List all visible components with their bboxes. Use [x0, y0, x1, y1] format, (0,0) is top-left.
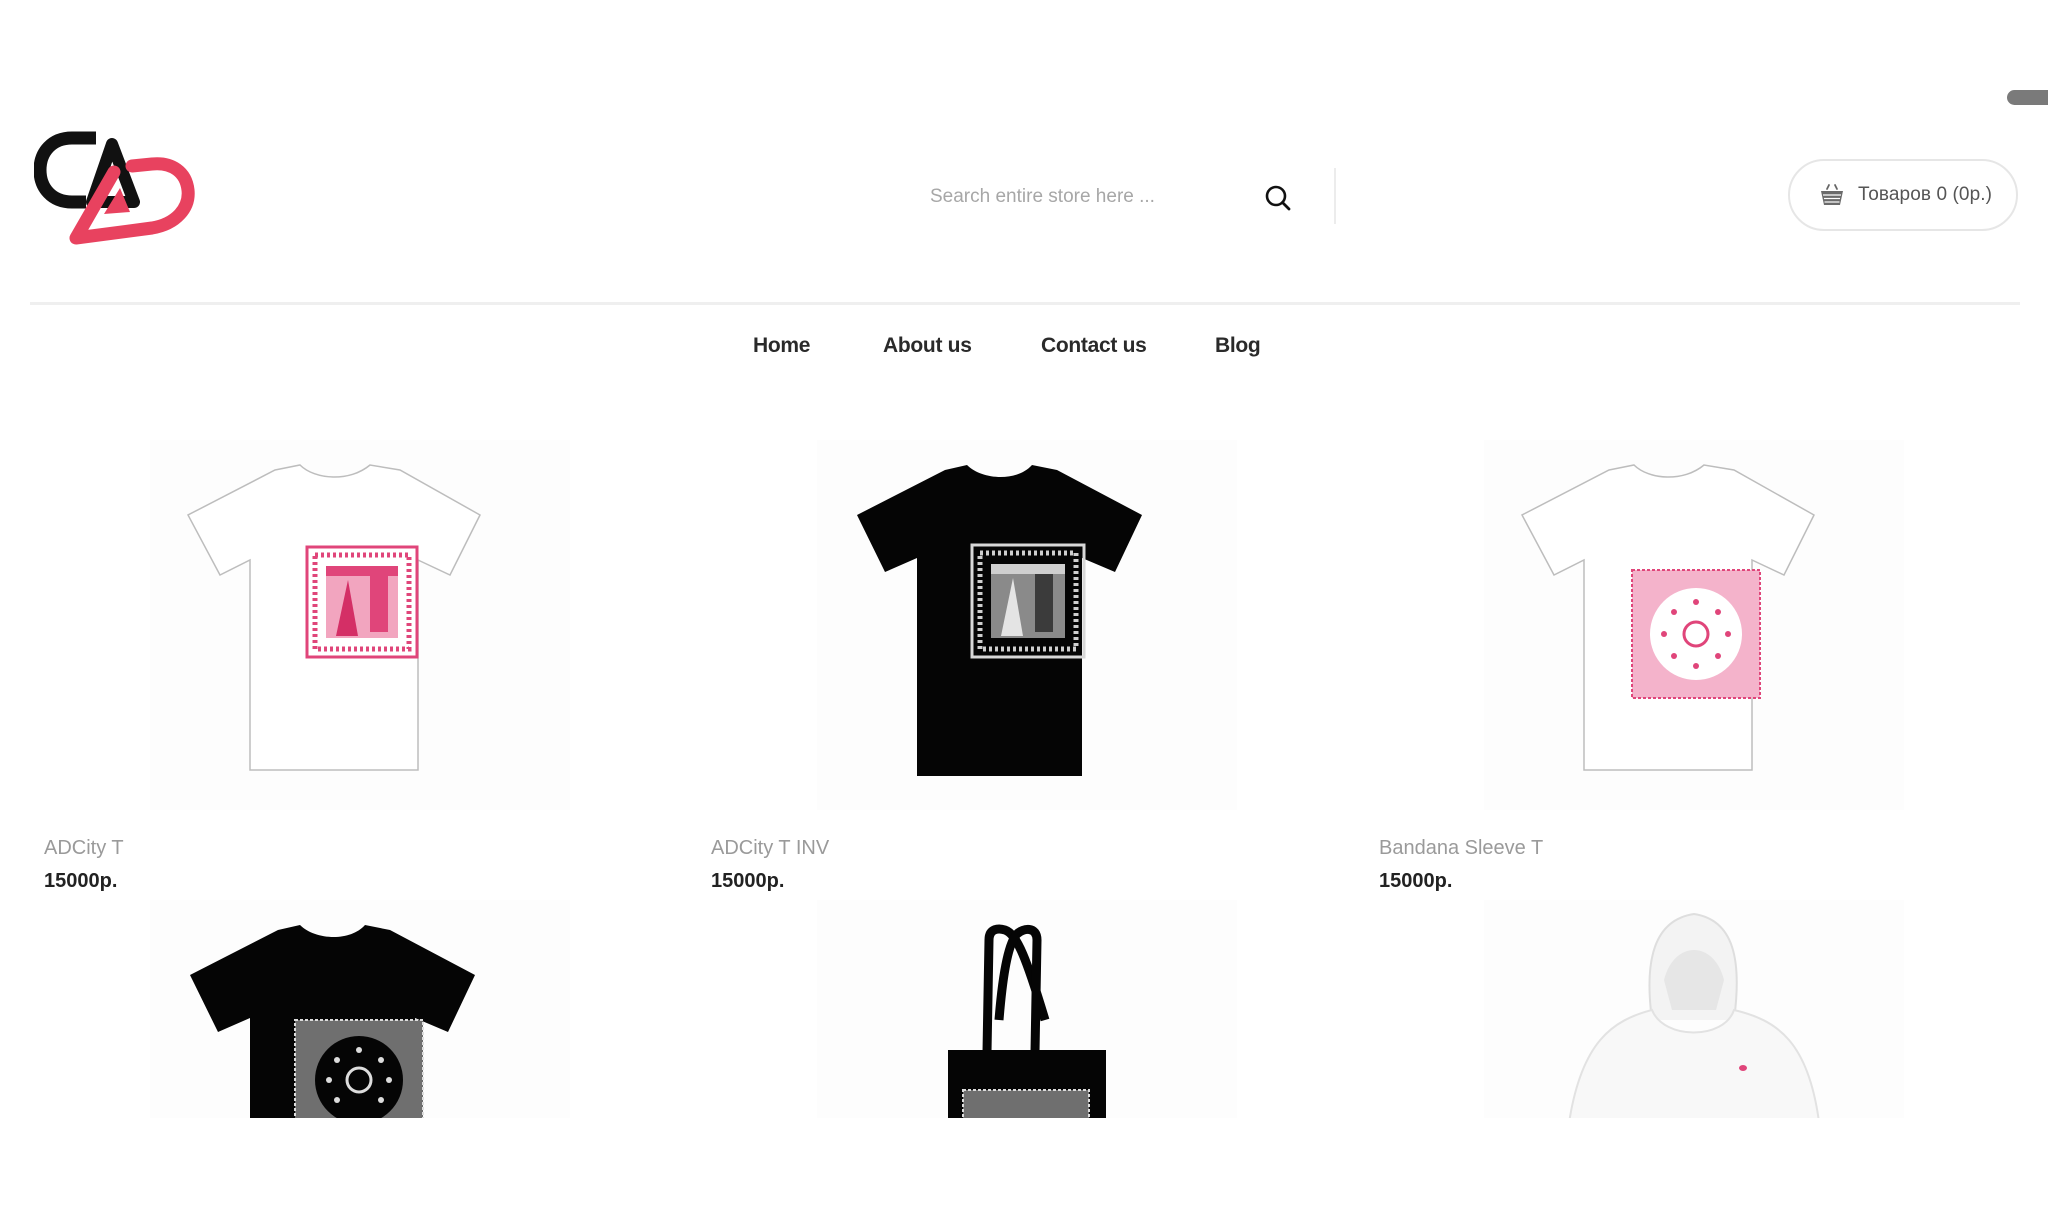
nav-blog[interactable]: Blog [1215, 334, 1261, 358]
basket-icon [1821, 184, 1843, 205]
product-image[interactable] [817, 900, 1237, 1118]
tshirt-black-bandana-image [190, 925, 475, 1118]
product-name[interactable]: ADCity T [44, 837, 124, 860]
nav-about-us[interactable]: About us [883, 334, 972, 358]
tshirt-white-image [186, 464, 481, 771]
page: Товаров 0 (0р.) Home About us Contact us… [0, 0, 2048, 1210]
site-logo[interactable] [33, 130, 196, 250]
product-image[interactable] [1484, 900, 1904, 1118]
search-button[interactable] [1260, 180, 1296, 216]
nav-contact-us[interactable]: Contact us [1041, 334, 1147, 358]
product-image[interactable] [817, 440, 1237, 810]
product-name[interactable]: Bandana Sleeve T [1379, 837, 1543, 860]
cad-logo-icon [33, 131, 195, 245]
cart-label: Товаров 0 (0р.) [1858, 184, 1993, 205]
search-icon [1265, 185, 1291, 211]
product-name[interactable]: ADCity T INV [711, 837, 829, 860]
tshirt-black-image [857, 465, 1142, 776]
product-image[interactable] [150, 900, 570, 1118]
product-image[interactable] [150, 440, 570, 810]
cart-button[interactable]: Товаров 0 (0р.) [1788, 159, 2018, 231]
search-divider [1334, 168, 1336, 224]
corner-tab[interactable] [2007, 90, 2048, 105]
product-price: 15000р. [44, 870, 118, 892]
product-image[interactable] [1484, 440, 1904, 810]
search-input[interactable] [920, 177, 1240, 217]
nav-home[interactable]: Home [753, 334, 810, 358]
header-divider [30, 302, 2020, 305]
tote-bag-image [948, 924, 1106, 1118]
product-price: 15000р. [711, 870, 785, 892]
search-bar [920, 168, 1340, 226]
main-nav: Home About us Contact us Blog [0, 330, 2048, 370]
tshirt-bandana-image [1520, 464, 1815, 771]
hoodie-image [1568, 912, 1820, 1118]
product-price: 15000р. [1379, 870, 1453, 892]
